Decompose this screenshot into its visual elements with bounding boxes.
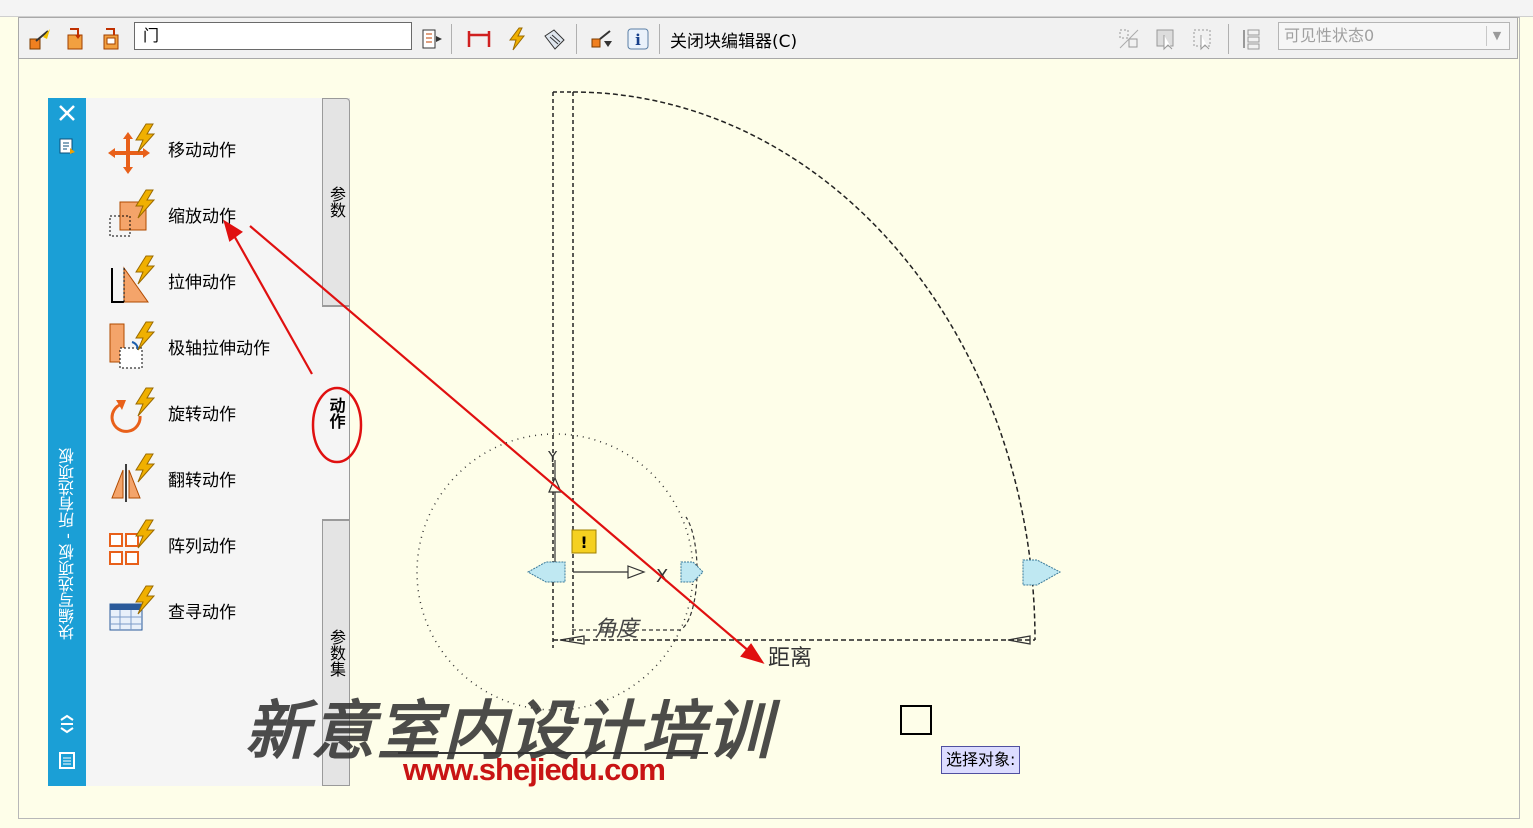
- toolbar-separator: [576, 24, 577, 54]
- test-block-icon[interactable]: [419, 26, 445, 52]
- tool-label: 翻转动作: [168, 471, 236, 491]
- tab-label: 参数集: [327, 629, 346, 677]
- tool-label: 缩放动作: [168, 207, 236, 227]
- tab-label: 参数: [327, 186, 346, 218]
- rotate-action-icon: [110, 387, 156, 433]
- scale-action-tool[interactable]: 缩放动作: [108, 188, 328, 240]
- attribute-definition-icon[interactable]: [541, 26, 567, 52]
- tab-label: 动作: [326, 397, 346, 429]
- parameter-icon[interactable]: [466, 26, 492, 52]
- tab-actions[interactable]: 动作: [322, 306, 350, 520]
- palette-menu-icon[interactable]: [55, 748, 79, 772]
- block-name-field[interactable]: 门: [134, 22, 412, 50]
- tool-label: 查寻动作: [168, 603, 236, 623]
- toolbar-separator: [1228, 24, 1229, 54]
- tool-label: 旋转动作: [168, 405, 236, 425]
- stretch-action-tool[interactable]: 拉伸动作: [108, 254, 328, 306]
- polar-stretch-action-icon: [109, 321, 156, 369]
- scale-action-icon: [109, 189, 156, 237]
- tool-label: 拉伸动作: [168, 273, 236, 293]
- flip-action-icon: [111, 453, 156, 502]
- tool-label: 阵列动作: [168, 537, 236, 557]
- move-action-tool[interactable]: 移动动作: [108, 122, 328, 174]
- visibility-state-dropdown[interactable]: 可见性状态0 ▼: [1278, 22, 1510, 50]
- properties-icon[interactable]: [55, 712, 79, 736]
- stretch-action-icon: [111, 255, 156, 303]
- close-block-editor-button[interactable]: 关闭块编辑器(C): [670, 27, 797, 52]
- svg-text:i: i: [635, 31, 641, 49]
- array-action-tool[interactable]: 阵列动作: [108, 518, 328, 570]
- polar-stretch-action-tool[interactable]: 极轴拉伸动作: [108, 320, 328, 372]
- save-block-as-icon[interactable]: [99, 26, 125, 52]
- pick-box-cursor: [900, 705, 932, 735]
- window-top-edge: [0, 0, 1533, 17]
- make-visible-icon[interactable]: [1153, 26, 1179, 52]
- auto-hide-icon[interactable]: [55, 134, 79, 158]
- flip-action-tool[interactable]: 翻转动作: [108, 452, 328, 504]
- select-objects-prompt: 选择对象:: [941, 746, 1021, 774]
- chevron-down-icon[interactable]: ▼: [1486, 26, 1507, 46]
- array-action-icon: [109, 519, 156, 565]
- lookup-action-icon: [109, 585, 156, 631]
- edit-block-icon[interactable]: [27, 26, 53, 52]
- block-editor-toolbar: 门 i 关闭块编辑器(C) 可见性状态0 ▼: [18, 17, 1518, 59]
- close-icon[interactable]: [55, 101, 79, 125]
- save-block-icon[interactable]: [63, 26, 89, 52]
- manage-visibility-states-icon[interactable]: [1238, 26, 1264, 52]
- visibility-state-value: 可见性状态0: [1284, 26, 1375, 45]
- tool-label: 极轴拉伸动作: [168, 339, 270, 359]
- toolbar-separator: [659, 24, 660, 54]
- action-lightning-icon[interactable]: [504, 26, 530, 52]
- visibility-mode-icon[interactable]: [1190, 26, 1216, 52]
- rotate-action-tool[interactable]: 旋转动作: [108, 386, 328, 438]
- palette-title: 块编写选项板 - 所有选项板: [58, 448, 77, 640]
- move-action-icon: [108, 123, 156, 174]
- make-invisible-icon[interactable]: [1116, 26, 1142, 52]
- tool-label: 移动动作: [168, 141, 236, 161]
- palette-title-bar[interactable]: 块编写选项板 - 所有选项板: [48, 98, 86, 786]
- watermark-url: www.shejiedu.com: [403, 752, 666, 787]
- authoring-palettes-icon[interactable]: [589, 26, 615, 52]
- toolbar-separator: [451, 24, 452, 54]
- tab-parameters[interactable]: 参数: [322, 98, 350, 306]
- info-icon[interactable]: i: [625, 26, 651, 52]
- lookup-action-tool[interactable]: 查寻动作: [108, 584, 328, 636]
